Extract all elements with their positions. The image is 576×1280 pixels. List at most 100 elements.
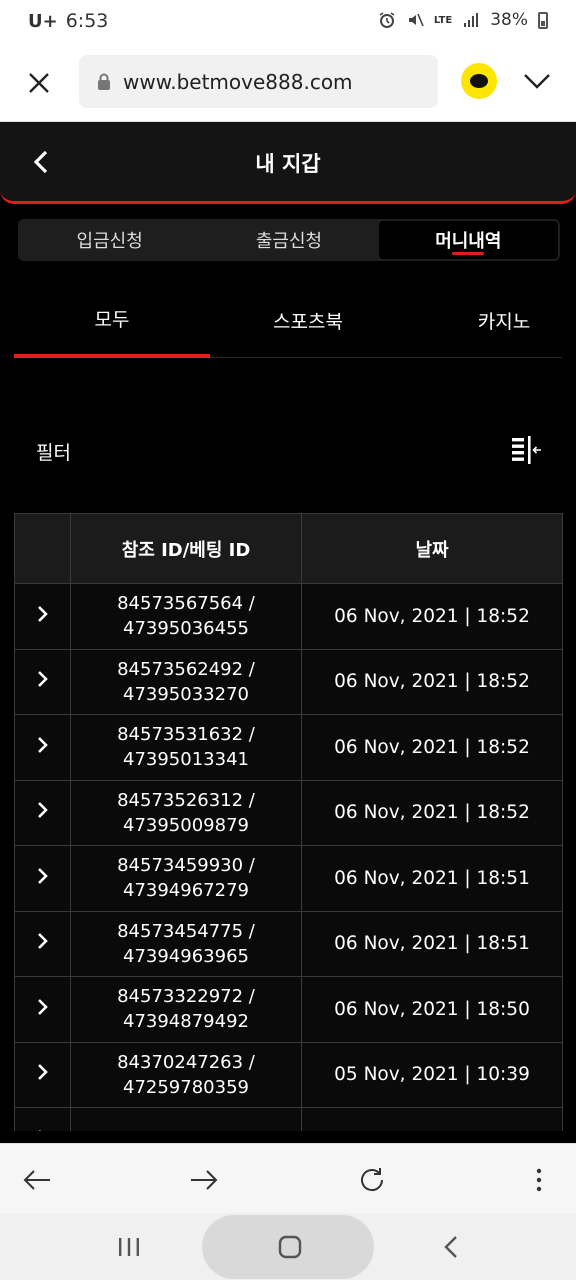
system-back-button[interactable] [433, 1231, 469, 1263]
ref-bet-id-cell: 84370218017 / [70, 1107, 302, 1131]
tab-money-history[interactable]: 머니내역 [378, 221, 558, 259]
alarm-icon [379, 12, 395, 28]
home-icon [278, 1235, 302, 1259]
chevron-right-icon [37, 998, 48, 1015]
date-cell: 06 Nov, 2021 | 18:52 [301, 714, 563, 781]
tab-withdraw-request[interactable]: 출금신청 [199, 221, 378, 259]
recent-apps-button[interactable] [111, 1231, 147, 1263]
row-expand-button[interactable] [14, 1041, 71, 1108]
ref-bet-id-cell: 84370247263 / 47259780359 [70, 1041, 302, 1108]
table-row[interactable]: 84573567564 / 47395036455 06 Nov, 2021 | 1… [14, 583, 563, 650]
filter-label: 필터 [36, 442, 71, 464]
tab-casino[interactable]: 카지노 [406, 282, 576, 358]
chevron-right-icon [37, 605, 48, 622]
close-tab-button[interactable] [20, 64, 58, 102]
tab-sportsbook[interactable]: 스포츠북 [210, 282, 406, 358]
browser-forward-button[interactable] [186, 1162, 222, 1198]
app-header: 내 지갑 [0, 122, 576, 204]
browser-nav-bar [0, 1143, 576, 1213]
lock-icon [98, 73, 110, 90]
date-cell: 06 Nov, 2021 | 18:52 [301, 779, 563, 846]
table-row[interactable]: 84573526312 / 47395009879 06 Nov, 2021 | 1… [14, 779, 563, 846]
expand-button[interactable] [522, 66, 552, 96]
table-row[interactable]: 84573322972 / 47394879492 06 Nov, 2021 | 1… [14, 976, 563, 1043]
reload-button[interactable] [354, 1162, 390, 1198]
date-cell: 06 Nov, 2021 | 18:50 [301, 976, 563, 1043]
table-body: 84573567564 / 47395036455 06 Nov, 2021 | 1… [14, 583, 563, 1131]
refresh-icon [361, 1168, 384, 1192]
url-text: www.betmove888.com [123, 69, 353, 94]
date-cell: 06 Nov, 2021 | 18:52 [301, 648, 563, 715]
ref-id: 84573454775 / [117, 920, 255, 942]
mute-icon [408, 13, 424, 27]
back-icon [444, 1236, 457, 1258]
browser-toolbar: www.betmove888.com [0, 44, 576, 122]
status-bar: U+ 6:53 LTE 38% [0, 0, 576, 44]
row-expand-button[interactable] [14, 779, 71, 846]
chevron-right-icon [37, 1064, 48, 1081]
more-options-button[interactable] [521, 1162, 557, 1198]
row-expand-button[interactable] [14, 845, 71, 912]
row-expand-button[interactable] [14, 1107, 71, 1131]
browser-back-button[interactable] [19, 1162, 55, 1198]
tab-all[interactable]: 모두 [14, 282, 210, 358]
date-cell [301, 1107, 563, 1131]
table-row[interactable]: 84573562492 / 47395033270 06 Nov, 2021 | 1… [14, 648, 563, 715]
bet-id: 47394963965 [123, 945, 249, 967]
ref-id: 84573567564 / [117, 593, 255, 615]
row-expand-button[interactable] [14, 714, 71, 781]
home-button[interactable] [272, 1231, 308, 1263]
chevron-right-icon [37, 671, 48, 688]
tab-deposit-request[interactable]: 입금신청 [20, 221, 199, 259]
table-row[interactable]: 84370218017 / [14, 1107, 563, 1131]
table-header-row: 참조 ID/베팅 ID 날짜 [14, 513, 563, 584]
column-header-expand [14, 513, 71, 584]
close-icon [29, 73, 49, 93]
date-cell: 06 Nov, 2021 | 18:51 [301, 910, 563, 977]
wallet-tabs: 입금신청 출금신청 머니내역 [18, 219, 560, 261]
ref-id: 84573531632 / [117, 724, 255, 746]
network-type: LTE [433, 14, 453, 26]
ref-bet-id-cell: 84573567564 / 47395036455 [70, 583, 302, 650]
transactions-table: 참조 ID/베팅 ID 날짜 84573567564 / 47395036455 0… [14, 513, 563, 1131]
table-row[interactable]: 84370247263 / 47259780359 05 Nov, 2021 | 1… [14, 1041, 563, 1108]
column-header-date: 날짜 [301, 513, 563, 584]
bet-id: 47395013341 [123, 749, 249, 771]
system-nav-bar [0, 1213, 576, 1280]
kakao-icon [470, 74, 488, 88]
ref-id: 84573459930 / [117, 855, 255, 877]
date-cell: 05 Nov, 2021 | 10:39 [301, 1041, 563, 1108]
bet-id: 47395036455 [123, 618, 249, 640]
carrier-label: U+ [28, 10, 58, 32]
kakao-button[interactable] [461, 63, 497, 99]
ref-id: 84573322972 / [117, 986, 255, 1008]
filter-columns-icon[interactable] [510, 434, 544, 466]
chevron-right-icon [37, 802, 48, 819]
signal-icon [464, 13, 479, 27]
bet-id: 47395009879 [123, 814, 249, 836]
transactions-table-container[interactable]: 참조 ID/베팅 ID 날짜 84573567564 / 47395036455 0… [14, 513, 563, 1131]
row-expand-button[interactable] [14, 976, 71, 1043]
table-row[interactable]: 84573454775 / 47394963965 06 Nov, 2021 | 1… [14, 910, 563, 977]
arrow-left-icon [23, 1170, 50, 1190]
ref-bet-id-cell: 84573562492 / 47395033270 [70, 648, 302, 715]
category-tabs: 모두 스포츠북 카지노 [14, 282, 562, 358]
ref-id: 84370247263 / [117, 1051, 255, 1073]
ref-bet-id-cell: 84573531632 / 47395013341 [70, 714, 302, 781]
column-header-ref-id: 참조 ID/베팅 ID [70, 513, 302, 584]
table-row[interactable]: 84573459930 / 47394967279 06 Nov, 2021 | 1… [14, 845, 563, 912]
table-row[interactable]: 84573531632 / 47395013341 06 Nov, 2021 | 1… [14, 714, 563, 781]
bet-id: 47394967279 [123, 880, 249, 902]
date-cell: 06 Nov, 2021 | 18:52 [301, 583, 563, 650]
page-title: 내 지갑 [255, 152, 321, 176]
chevron-down-icon [524, 74, 550, 89]
row-expand-button[interactable] [14, 648, 71, 715]
battery-icon [538, 11, 548, 29]
row-expand-button[interactable] [14, 583, 71, 650]
url-bar[interactable]: www.betmove888.com [79, 55, 438, 108]
bet-id: 47395033270 [123, 683, 249, 705]
ref-bet-id-cell: 84573454775 / 47394963965 [70, 910, 302, 977]
row-expand-button[interactable] [14, 910, 71, 977]
bet-id: 47394879492 [123, 1011, 249, 1033]
recent-apps-icon [119, 1238, 139, 1256]
